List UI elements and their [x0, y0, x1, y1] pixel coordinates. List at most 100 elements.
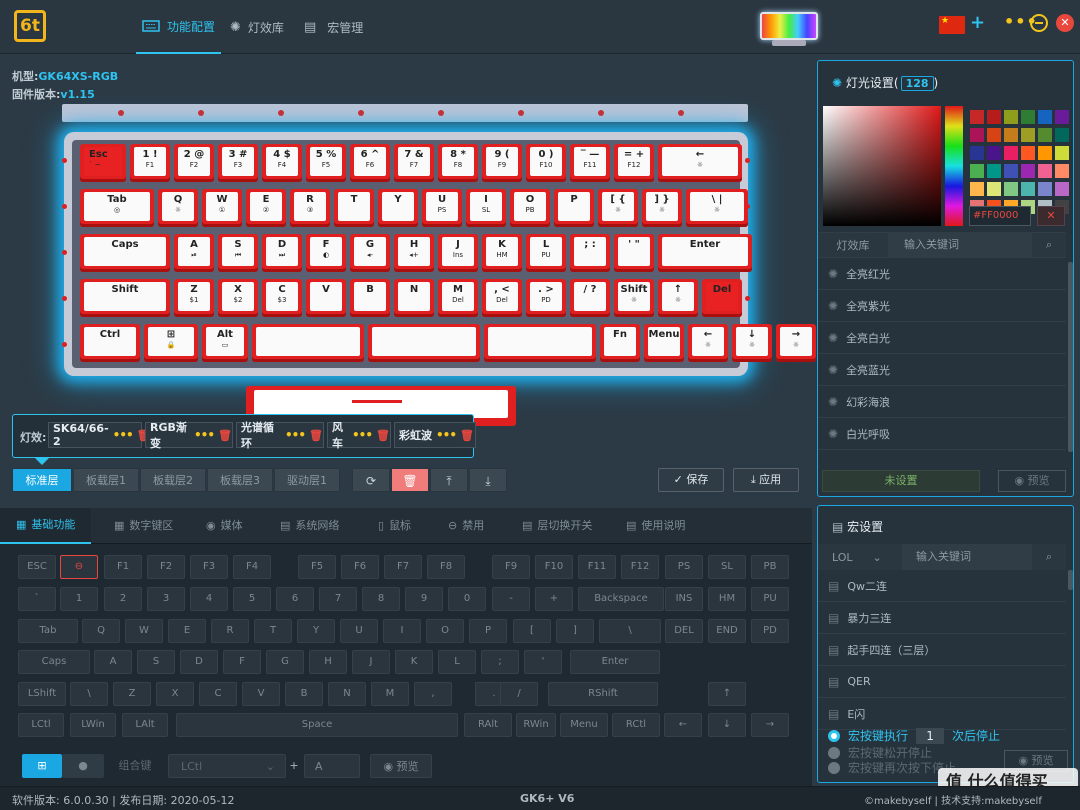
vkey-menu[interactable]: Menu — [560, 713, 608, 737]
vkey-r[interactable]: R — [211, 619, 249, 643]
key-key[interactable] — [368, 324, 480, 362]
key-9[interactable]: 9 (F9 — [482, 144, 522, 182]
color-swatch[interactable] — [1004, 110, 1018, 124]
hue-slider[interactable] — [945, 106, 963, 226]
more-icon[interactable]: ••• — [352, 428, 373, 442]
key-o[interactable]: O PB — [510, 189, 550, 227]
vkey-l[interactable]: L — [438, 650, 476, 674]
key-p[interactable]: P — [554, 189, 594, 227]
vkey-hm[interactable]: HM — [708, 587, 746, 611]
vkey-key[interactable]: / — [500, 682, 538, 706]
hex-color-input[interactable]: #FF0000 — [969, 206, 1031, 226]
vkey-b[interactable]: B — [285, 682, 323, 706]
vkey-n[interactable]: N — [328, 682, 366, 706]
key-w[interactable]: W① — [202, 189, 242, 227]
vkey-caps[interactable]: Caps — [18, 650, 90, 674]
vkey-f3[interactable]: F3 — [190, 555, 228, 579]
color-swatch[interactable] — [970, 164, 984, 178]
color-swatch[interactable] — [1021, 110, 1035, 124]
vkey-key[interactable]: ↓ — [708, 713, 746, 737]
light-effect-item[interactable]: ✺ 全亮蓝光 — [818, 354, 1066, 386]
search-icon[interactable]: ⌕ — [1032, 238, 1066, 252]
light-strip[interactable] — [62, 104, 748, 122]
vkey-8[interactable]: 8 — [362, 587, 400, 611]
color-swatch[interactable] — [970, 128, 984, 142]
light-list-scrollbar[interactable] — [1068, 262, 1073, 452]
trash-icon[interactable]: 🗑 — [376, 429, 390, 442]
vkey-a[interactable]: A — [94, 650, 132, 674]
light-effect-item[interactable]: ✺ 全亮紫光 — [818, 290, 1066, 322]
vkey-f10[interactable]: F10 — [535, 555, 573, 579]
key-key[interactable]: ↑ ☼ — [658, 279, 698, 317]
light-library-tab[interactable]: 灯效库 — [818, 237, 888, 253]
function-tab[interactable]: ▯ 鼠标 — [378, 508, 411, 544]
close-button[interactable]: ✕ — [1056, 14, 1074, 32]
key-8[interactable]: 8 * F8 — [438, 144, 478, 182]
combo-preview-button[interactable]: ◉ 预览 — [370, 754, 432, 778]
effect-item[interactable]: RGB渐变 ••• 🗑 — [145, 421, 233, 450]
key-tab[interactable]: Tab ◎ — [80, 189, 154, 227]
vkey-1[interactable]: 1 — [60, 587, 98, 611]
combo-modifier-select[interactable]: LCtl ⌄ — [168, 754, 286, 778]
function-tab[interactable]: ◉ 媒体 — [206, 508, 243, 544]
key-alt[interactable]: Alt ▭ — [202, 324, 248, 362]
key-1[interactable]: 1 ! F1 — [130, 144, 170, 182]
key-c[interactable]: C $3 — [262, 279, 302, 317]
key-ctrl[interactable]: Ctrl — [80, 324, 140, 362]
download-button[interactable]: ⤓ — [469, 468, 507, 492]
key-2[interactable]: 2 @ F2 — [174, 144, 214, 182]
vkey-pu[interactable]: PU — [751, 587, 789, 611]
key-t[interactable]: T — [334, 189, 374, 227]
key-f[interactable]: F ◐ — [306, 234, 346, 272]
vkey-x[interactable]: X — [156, 682, 194, 706]
key-5[interactable]: 5 % F5 — [306, 144, 346, 182]
color-gradient-picker[interactable] — [823, 106, 941, 226]
color-swatch[interactable] — [1004, 128, 1018, 142]
vkey-key[interactable]: \ — [70, 682, 108, 706]
tab-light-effects[interactable]: ✺ 灯效库 — [230, 0, 284, 54]
vkey-f8[interactable]: F8 — [427, 555, 465, 579]
key-z[interactable]: Z $1 — [174, 279, 214, 317]
key-key[interactable] — [252, 324, 364, 362]
effect-item[interactable]: 光谱循环 ••• 🗑 — [236, 421, 324, 450]
vkey-rctl[interactable]: RCtl — [612, 713, 660, 737]
color-swatch[interactable] — [1055, 164, 1069, 178]
vkey-key[interactable]: , — [414, 682, 452, 706]
layer-tab[interactable]: 驱动层1 — [274, 468, 340, 492]
vkey-key[interactable]: - — [492, 587, 530, 611]
vkey-ins[interactable]: INS — [665, 587, 703, 611]
vkey-key[interactable]: ← — [664, 713, 702, 737]
vkey-k[interactable]: K — [395, 650, 433, 674]
key-d[interactable]: D ⏭ — [262, 234, 302, 272]
key-key[interactable]: / ? — [570, 279, 610, 317]
vkey-2[interactable]: 2 — [104, 587, 142, 611]
key-q[interactable]: Q ☼ — [158, 189, 198, 227]
vkey-f12[interactable]: F12 — [621, 555, 659, 579]
key-esc[interactable]: Esc ` ~ — [80, 144, 126, 182]
light-search-input[interactable]: 输入关键词 — [888, 232, 1032, 258]
vkey-end[interactable]: END — [708, 619, 746, 643]
vkey-f5[interactable]: F5 — [298, 555, 336, 579]
key-key[interactable]: , < Del — [482, 279, 522, 317]
vkey-c[interactable]: C — [199, 682, 237, 706]
color-swatch[interactable] — [1055, 182, 1069, 196]
vkey-9[interactable]: 9 — [405, 587, 443, 611]
vkey-p[interactable]: P — [469, 619, 507, 643]
vkey-lalt[interactable]: LAlt — [122, 713, 168, 737]
vkey-f9[interactable]: F9 — [492, 555, 530, 579]
key-s[interactable]: S ⏮ — [218, 234, 258, 272]
vkey-key[interactable]: ⊖ — [60, 555, 98, 579]
trash-icon[interactable]: 🗑 — [460, 429, 474, 442]
color-swatch[interactable] — [1004, 146, 1018, 160]
vkey-tab[interactable]: Tab — [18, 619, 78, 643]
vkey-q[interactable]: Q — [82, 619, 120, 643]
vkey-f6[interactable]: F6 — [341, 555, 379, 579]
vkey-m[interactable]: M — [371, 682, 409, 706]
macro-item[interactable]: ▤ E闪 — [818, 698, 1066, 730]
macro-option-3[interactable]: 宏按键再次按下停止 — [828, 759, 956, 776]
color-swatch[interactable] — [1038, 146, 1052, 160]
key-j[interactable]: J Ins — [438, 234, 478, 272]
key-key[interactable]: ⊞ 🔒 — [144, 324, 198, 362]
key-m[interactable]: M Del — [438, 279, 478, 317]
key-k[interactable]: K HM — [482, 234, 522, 272]
